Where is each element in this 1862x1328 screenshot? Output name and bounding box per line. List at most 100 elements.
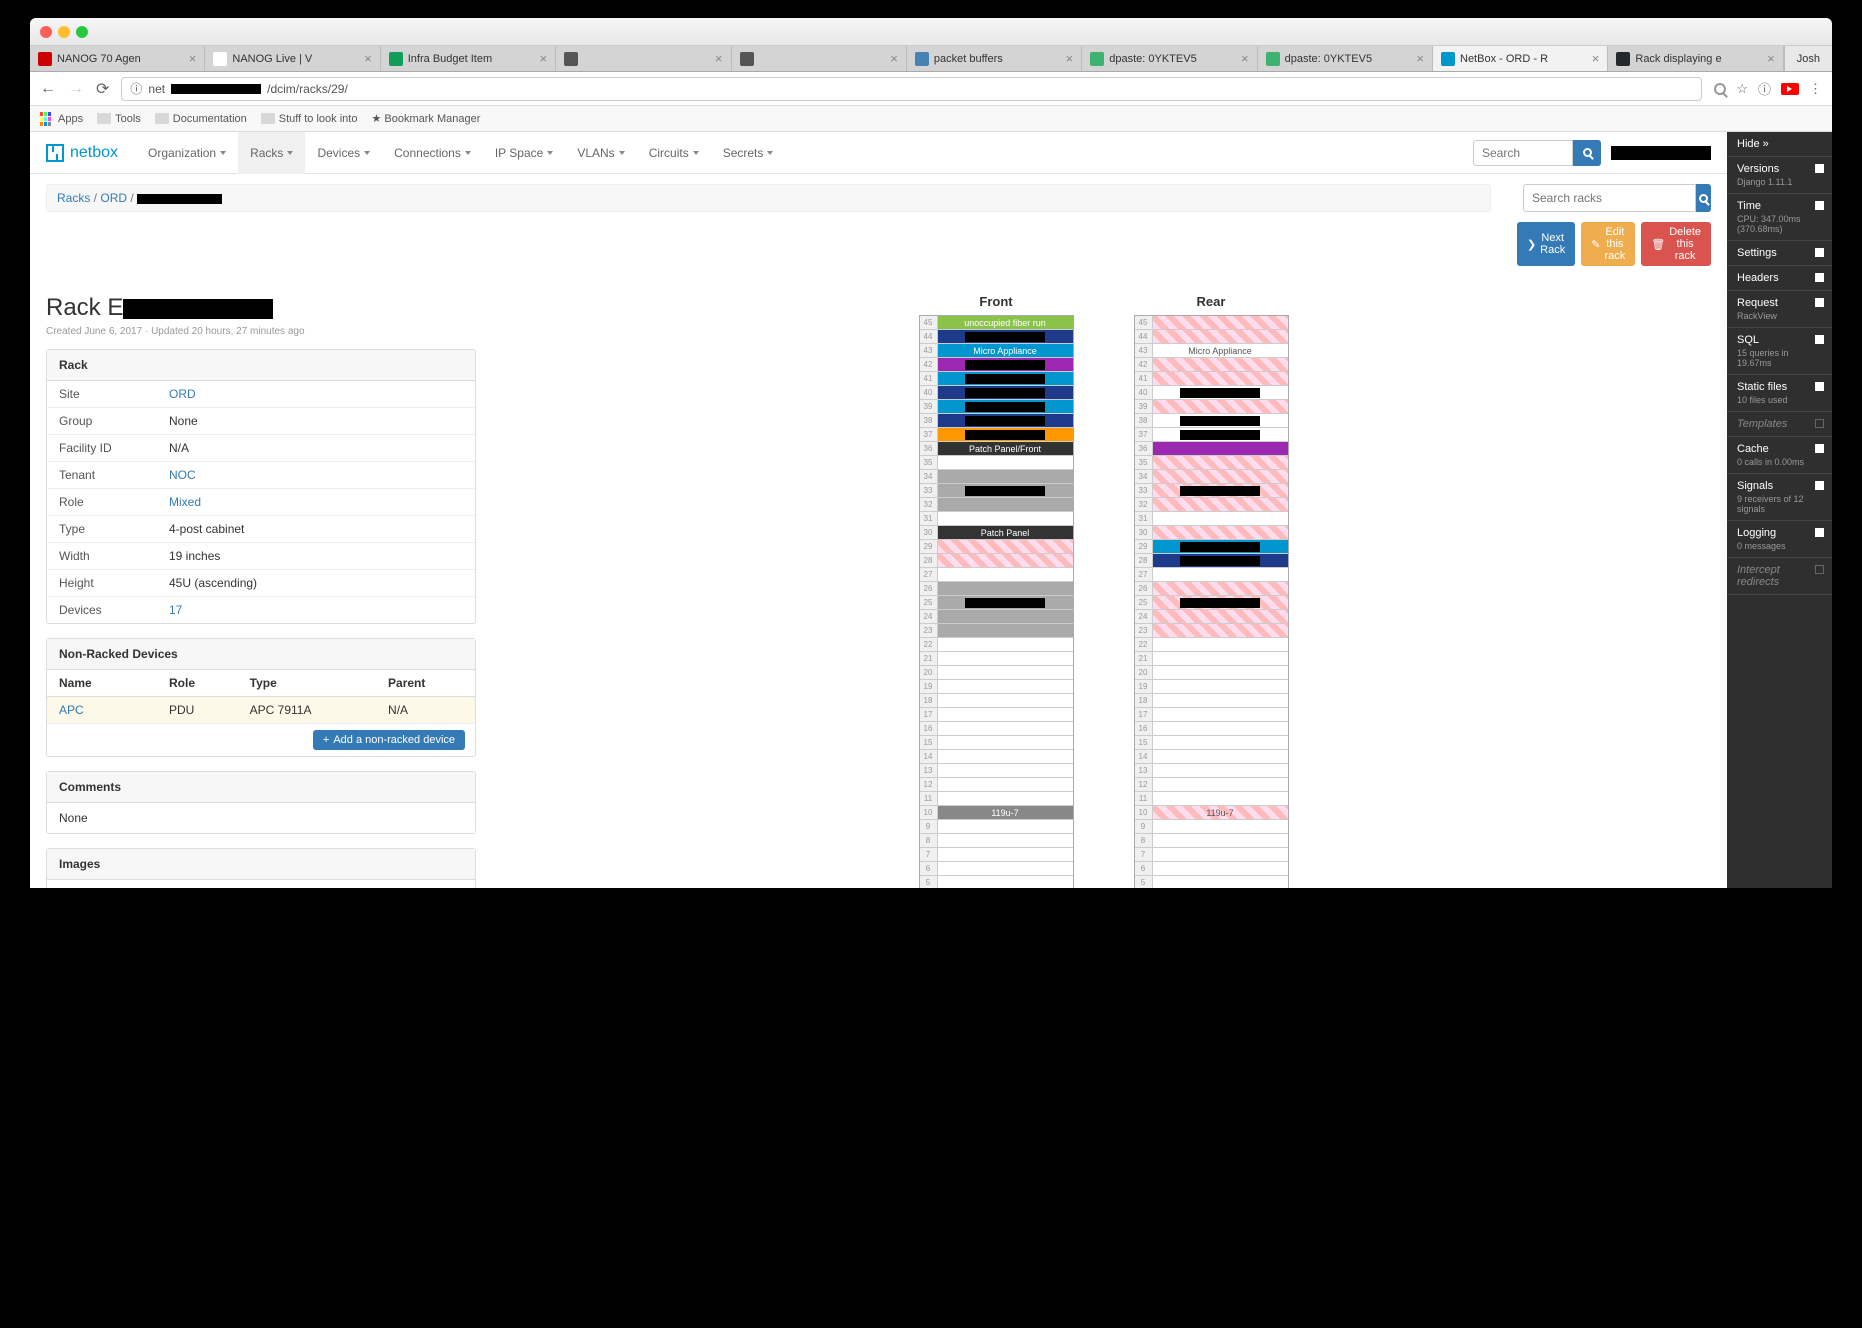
ru-slot[interactable]: 119u-7 [1153, 806, 1288, 819]
rack-unit[interactable]: 28 [920, 554, 1073, 568]
ru-slot[interactable]: Patch Panel/Front [938, 442, 1073, 455]
ru-slot[interactable] [1153, 400, 1288, 413]
rack-unit[interactable]: 23 [920, 624, 1073, 638]
ru-slot[interactable] [1153, 610, 1288, 623]
rack-unit[interactable]: 13 [920, 764, 1073, 778]
ru-slot[interactable] [1153, 736, 1288, 749]
ru-slot[interactable] [1153, 722, 1288, 735]
rack-unit[interactable]: 38 [920, 414, 1073, 428]
rack-unit[interactable]: 28 [1135, 554, 1288, 568]
rack-unit[interactable]: 9 [920, 820, 1073, 834]
user-menu[interactable] [1611, 146, 1711, 160]
rack-unit[interactable]: 35 [920, 456, 1073, 470]
browser-tab[interactable]: Infra Budget Item× [381, 46, 556, 71]
close-tab-icon[interactable]: × [189, 51, 197, 66]
rack-unit[interactable]: 16 [920, 722, 1073, 736]
rack-unit[interactable]: 30Patch Panel [920, 526, 1073, 540]
browser-tab[interactable]: NANOG 70 Agen× [30, 46, 205, 71]
ru-slot[interactable] [1153, 750, 1288, 763]
rack-unit[interactable]: 34 [920, 470, 1073, 484]
debug-panel-settings[interactable]: Settings [1727, 241, 1832, 266]
ru-slot[interactable] [1153, 386, 1288, 399]
rack-unit[interactable]: 15 [1135, 736, 1288, 750]
rack-unit[interactable]: 37 [920, 428, 1073, 442]
ru-slot[interactable] [938, 414, 1073, 427]
close-tab-icon[interactable]: × [540, 51, 548, 66]
rack-unit[interactable]: 21 [920, 652, 1073, 666]
ru-slot[interactable] [938, 750, 1073, 763]
rack-unit[interactable]: 38 [1135, 414, 1288, 428]
checkbox-icon[interactable] [1815, 248, 1824, 257]
nav-item-organization[interactable]: Organization [136, 132, 238, 174]
search-racks-button[interactable] [1696, 184, 1711, 212]
debug-panel-signals[interactable]: Signals9 receivers of 12 signals [1727, 474, 1832, 521]
rack-unit[interactable]: 24 [1135, 610, 1288, 624]
debug-panel-cache[interactable]: Cache0 calls in 0.00ms [1727, 437, 1832, 474]
rack-unit[interactable]: 29 [1135, 540, 1288, 554]
ru-slot[interactable] [1153, 568, 1288, 581]
rack-unit[interactable]: 19 [1135, 680, 1288, 694]
bookmark-folder[interactable]: Tools [97, 113, 141, 125]
checkbox-icon[interactable] [1815, 273, 1824, 282]
ru-slot[interactable] [938, 680, 1073, 693]
ru-slot[interactable] [1153, 442, 1288, 455]
ru-slot[interactable] [938, 820, 1073, 833]
browser-tab[interactable]: Rack displaying e× [1608, 46, 1783, 71]
debug-panel-templates[interactable]: Templates [1727, 412, 1832, 437]
rack-unit[interactable]: 32 [920, 498, 1073, 512]
rack-unit[interactable]: 44 [920, 330, 1073, 344]
close-tab-icon[interactable]: × [1592, 51, 1600, 66]
ru-slot[interactable] [938, 652, 1073, 665]
ru-slot[interactable]: 119u-7 [938, 806, 1073, 819]
ru-slot[interactable] [1153, 694, 1288, 707]
checkbox-icon[interactable] [1815, 164, 1824, 173]
ru-slot[interactable] [938, 708, 1073, 721]
nr-name[interactable]: APC [59, 703, 84, 717]
browser-tab[interactable]: packet buffers× [907, 46, 1082, 71]
ru-slot[interactable] [938, 428, 1073, 441]
rack-unit[interactable]: 6 [1135, 862, 1288, 876]
rack-unit[interactable]: 12 [1135, 778, 1288, 792]
rack-unit[interactable]: 20 [920, 666, 1073, 680]
rack-unit[interactable]: 43Micro Appliance [920, 344, 1073, 358]
rack-unit[interactable]: 25 [1135, 596, 1288, 610]
ru-slot[interactable] [1153, 526, 1288, 539]
rack-unit[interactable]: 44 [1135, 330, 1288, 344]
nav-item-connections[interactable]: Connections [382, 132, 483, 174]
rack-unit[interactable]: 43Micro Appliance [1135, 344, 1288, 358]
rack-unit[interactable]: 40 [1135, 386, 1288, 400]
apps-button[interactable]: Apps [40, 112, 83, 126]
breadcrumb-racks[interactable]: Racks [57, 191, 90, 205]
ru-slot[interactable] [1153, 316, 1288, 329]
rack-unit[interactable]: 40 [920, 386, 1073, 400]
rack-unit[interactable]: 33 [920, 484, 1073, 498]
rack-unit[interactable]: 32 [1135, 498, 1288, 512]
nav-item-racks[interactable]: Racks [238, 132, 305, 174]
minimize-window-icon[interactable] [58, 26, 70, 38]
search-icon[interactable] [1714, 83, 1726, 95]
next-rack-button[interactable]: ❯ Next Rack [1517, 222, 1575, 266]
browser-tab[interactable]: NANOG Live | V× [205, 46, 380, 71]
ru-slot[interactable] [938, 372, 1073, 385]
rack-unit[interactable]: 8 [920, 834, 1073, 848]
ru-slot[interactable] [938, 848, 1073, 861]
rack-unit[interactable]: 8 [1135, 834, 1288, 848]
ru-slot[interactable] [1153, 372, 1288, 385]
nav-item-devices[interactable]: Devices [305, 132, 382, 174]
browser-tab[interactable]: × [556, 46, 731, 71]
rack-unit[interactable]: 29 [920, 540, 1073, 554]
back-button[interactable]: ← [40, 80, 56, 98]
ru-slot[interactable] [1153, 498, 1288, 511]
breadcrumb-site[interactable]: ORD [100, 191, 127, 205]
ru-slot[interactable] [938, 512, 1073, 525]
checkbox-icon[interactable] [1815, 382, 1824, 391]
rack-unit[interactable]: 5 [1135, 876, 1288, 888]
checkbox-icon[interactable] [1815, 565, 1824, 574]
ru-slot[interactable] [1153, 778, 1288, 791]
ru-slot[interactable]: Micro Appliance [938, 344, 1073, 357]
rack-unit[interactable]: 30 [1135, 526, 1288, 540]
close-tab-icon[interactable]: × [890, 51, 898, 66]
rack-unit[interactable]: 18 [1135, 694, 1288, 708]
rack-unit[interactable]: 33 [1135, 484, 1288, 498]
ru-slot[interactable] [938, 386, 1073, 399]
